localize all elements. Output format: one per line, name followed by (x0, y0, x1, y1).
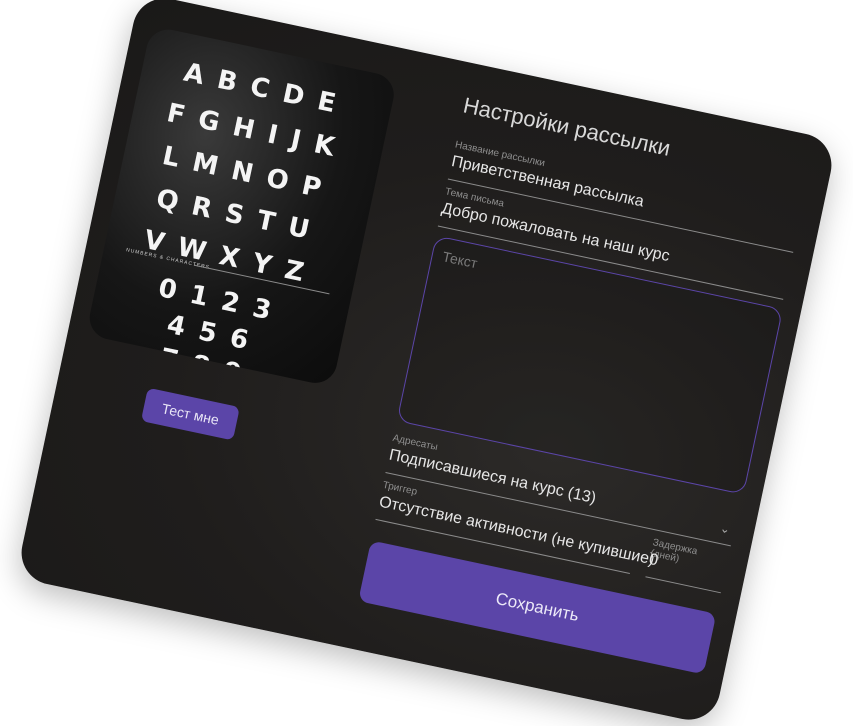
message-placeholder: Текст (441, 248, 479, 272)
delay-field[interactable]: Задержка (дней) 0 (645, 537, 730, 594)
alphabet-letters: ABCDE FGHIJK LMNOP QRSTU VWXYZ (103, 43, 394, 306)
mailing-settings-card: ABCDE FGHIJK LMNOP QRSTU VWXYZ NUMBERS &… (15, 0, 838, 726)
font-preview-image: ABCDE FGHIJK LMNOP QRSTU VWXYZ NUMBERS &… (85, 25, 398, 387)
chevron-down-icon[interactable]: ⌄ (719, 521, 732, 537)
test-me-button[interactable]: Тест мне (140, 387, 240, 441)
